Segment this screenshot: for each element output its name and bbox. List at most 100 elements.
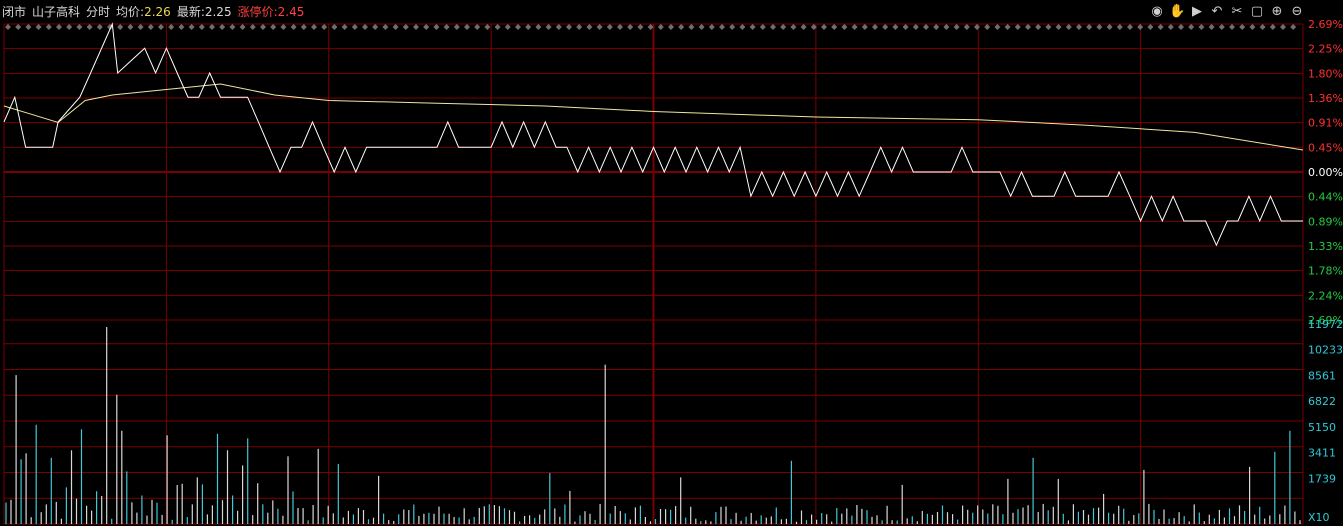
price-marker — [1157, 24, 1164, 30]
price-markers-row — [5, 24, 1297, 30]
price-marker — [515, 24, 521, 30]
scissors-icon[interactable]: ✂ — [1229, 4, 1245, 20]
zoom-in-icon[interactable]: ⊕ — [1269, 4, 1285, 20]
play-icon[interactable]: ▶ — [1189, 4, 1205, 20]
price-marker — [1127, 24, 1133, 30]
price-marker — [974, 24, 980, 30]
price-marker — [739, 24, 746, 30]
price-marker — [1280, 24, 1286, 30]
volume-tick-label: 11972 — [1308, 318, 1343, 331]
price-marker — [290, 24, 297, 30]
zoom-out-icon[interactable]: ⊖ — [1289, 4, 1305, 20]
price-marker — [933, 24, 940, 30]
price-marker — [1167, 24, 1174, 30]
price-marker — [688, 24, 695, 30]
price-marker — [566, 24, 572, 30]
price-marker — [1025, 24, 1031, 30]
price-marker — [392, 24, 399, 30]
price-marker — [678, 24, 685, 30]
price-marker — [474, 24, 481, 30]
price-marker — [280, 24, 287, 30]
price-marker — [872, 24, 878, 30]
price-marker — [841, 24, 848, 30]
latest-price-group: 最新:2.25 — [177, 3, 232, 21]
latest-price-value: 2.25 — [204, 5, 232, 19]
price-marker — [66, 24, 73, 30]
price-marker — [994, 24, 1001, 30]
price-marker — [86, 24, 93, 30]
price-tick-label: 1.33% — [1308, 240, 1343, 253]
price-marker — [413, 24, 419, 30]
chart-toolbar: ◉ ✋ ▶ ↶ ✂ ▢ ⊕ ⊖ — [1149, 4, 1305, 20]
price-marker — [270, 24, 277, 30]
price-marker — [362, 24, 368, 30]
price-marker — [1147, 24, 1154, 30]
price-marker — [25, 24, 32, 30]
price-marker — [637, 24, 644, 30]
latest-price-label: 最新: — [176, 5, 205, 19]
price-marker — [1239, 24, 1246, 30]
price-tick-label: 0.89% — [1308, 215, 1343, 228]
price-marker — [821, 24, 827, 30]
price-marker — [351, 24, 358, 30]
price-marker — [586, 24, 593, 30]
price-marker — [749, 24, 756, 30]
intraday-chart: 2.69% 2.25% 1.80% 1.36% 0.91% 0.45% 0.00% 0.44%… — [3, 18, 1343, 525]
price-tick-label: 2.24% — [1308, 289, 1343, 302]
volume-tick-label: 3411 — [1308, 447, 1336, 460]
price-marker — [249, 24, 256, 30]
price-marker — [1229, 24, 1235, 30]
price-marker — [1178, 24, 1184, 30]
eye-icon[interactable]: ◉ — [1149, 4, 1165, 20]
price-marker — [1055, 24, 1062, 30]
price-marker — [117, 24, 124, 30]
lock-icon[interactable]: ▢ — [1249, 4, 1265, 20]
price-tick-label: 0.91% — [1308, 117, 1343, 130]
price-marker — [943, 24, 950, 30]
price-tick-label: 0.44% — [1308, 191, 1343, 204]
hand-icon[interactable]: ✋ — [1169, 4, 1185, 20]
undo-icon[interactable]: ↶ — [1209, 4, 1225, 20]
price-marker — [1096, 24, 1103, 30]
price-marker — [453, 24, 460, 30]
price-marker — [1249, 24, 1256, 30]
price-marker — [402, 24, 409, 30]
price-marker — [923, 24, 929, 30]
price-tick-label: 1.78% — [1308, 265, 1343, 278]
price-marker — [759, 24, 766, 30]
price-tick-label: 2.69% — [1308, 18, 1343, 31]
price-marker — [423, 24, 430, 30]
price-marker — [494, 24, 501, 30]
price-marker — [576, 24, 583, 30]
price-marker — [260, 24, 266, 30]
price-marker — [596, 24, 603, 30]
price-marker — [127, 24, 134, 30]
price-marker — [35, 24, 42, 30]
price-marker — [719, 24, 725, 30]
price-marker — [382, 24, 389, 30]
price-marker — [861, 24, 868, 30]
price-marker — [147, 24, 154, 30]
price-marker — [525, 24, 532, 30]
price-marker — [1198, 24, 1205, 30]
price-marker — [76, 24, 83, 30]
price-marker — [484, 24, 491, 30]
price-marker — [1106, 24, 1113, 30]
price-marker — [433, 24, 440, 30]
price-marker — [1065, 24, 1072, 30]
volume-tick-label: 8561 — [1308, 369, 1336, 382]
price-marker — [1259, 24, 1266, 30]
price-marker — [341, 24, 348, 30]
price-marker — [372, 24, 379, 30]
price-marker — [56, 24, 62, 30]
price-marker — [229, 24, 236, 30]
price-marker — [851, 24, 858, 30]
volume-tick-label: X10 — [1308, 511, 1330, 524]
price-marker — [1004, 24, 1011, 30]
price-marker — [953, 24, 960, 30]
price-marker — [708, 24, 715, 30]
chart-mode[interactable]: 分时 — [86, 3, 110, 21]
price-marker — [790, 24, 797, 30]
price-tick-label: 0.45% — [1308, 141, 1343, 154]
price-marker — [1086, 24, 1093, 30]
